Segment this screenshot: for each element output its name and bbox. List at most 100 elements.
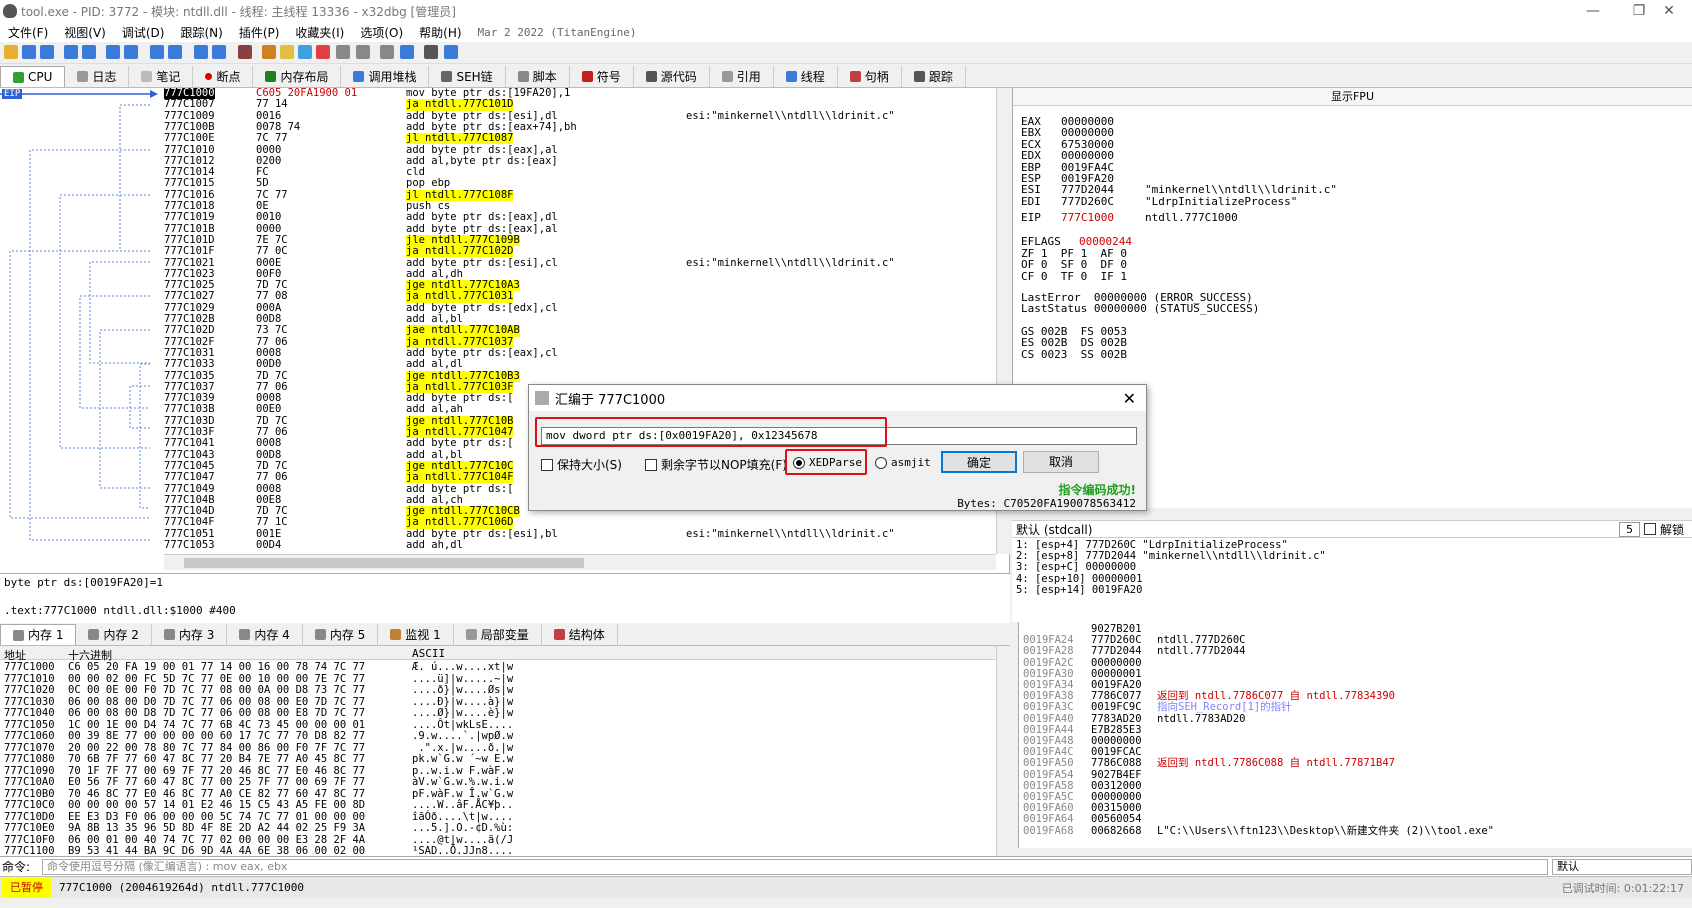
disasm-row[interactable]: 777C1053 00D4 add ah,dl	[0, 539, 996, 551]
tab-log[interactable]: 日志	[65, 66, 130, 87]
disasm-row[interactable]: 777C1033 00D0 add al,dl	[0, 358, 996, 371]
menu-file[interactable]: 文件(F)	[8, 24, 48, 41]
disasm-row[interactable]: 777C104F 77 1C ja ntdll.777C106D	[0, 517, 996, 529]
tab-notes[interactable]: 笔记	[129, 66, 194, 87]
minimize-button[interactable]: —	[1570, 0, 1616, 22]
font-icon[interactable]	[380, 45, 394, 59]
scylla-icon[interactable]	[238, 45, 252, 59]
trace-over-icon[interactable]	[168, 45, 182, 59]
bookmark-icon[interactable]	[316, 45, 330, 59]
run-to-user-code-icon[interactable]	[212, 45, 226, 59]
unlock-checkbox[interactable]	[1643, 523, 1656, 535]
restart-icon[interactable]	[22, 45, 36, 59]
help-icon[interactable]	[444, 45, 458, 59]
disasm-row[interactable]: 777C1029 000A add byte ptr ds:[edx],cl	[0, 302, 996, 314]
run-icon[interactable]	[64, 45, 78, 59]
dump-hex: 00 00 00 00 57 14 01 E2 46 15 C5 43 A5 F…	[68, 799, 366, 811]
disasm-row[interactable]: 777C1014 FC cld	[0, 166, 996, 178]
stack-comment: ntdll.7783AD20	[1157, 712, 1246, 725]
cancel-button[interactable]: 取消	[1023, 451, 1099, 473]
disasm-row[interactable]: 777C102D 73 7C jae ntdll.777C10AB	[0, 324, 996, 337]
stack-view[interactable]: 0019FA20 9027B201 0019FA24 777D260C ntdll.77…	[1018, 622, 1692, 848]
keep-size-checkbox[interactable]	[541, 458, 553, 471]
disasm-row[interactable]: 777C101F 77 0C ja ntdll.777C102D	[0, 245, 996, 258]
stop-icon[interactable]	[40, 45, 54, 59]
open-icon[interactable]	[4, 45, 18, 59]
menu-trace[interactable]: 跟踪(N)	[180, 24, 222, 41]
hash-icon[interactable]	[356, 45, 370, 59]
tab-dump-3[interactable]: 内存 3	[152, 624, 228, 645]
menu-view[interactable]: 视图(V)	[64, 24, 106, 41]
disasm-row[interactable]: 777C1021 000E add byte ptr ds:[esi],cl esi:…	[0, 257, 996, 269]
tab-dump-1[interactable]: 内存 1	[0, 624, 77, 645]
tab-script[interactable]: 脚本	[506, 66, 570, 87]
comment-icon[interactable]	[280, 45, 294, 59]
asmjit-option[interactable]: asmjit	[875, 456, 931, 469]
function-icon[interactable]	[336, 45, 350, 59]
tab-threads[interactable]: 线程	[774, 66, 838, 87]
menu-debug[interactable]: 调试(D)	[122, 24, 165, 41]
menu-favourites[interactable]: 收藏夹(I)	[295, 24, 344, 41]
pause-icon[interactable]	[82, 45, 96, 59]
call-convention-select[interactable]: 默认 (stdcall)	[1016, 521, 1092, 538]
threads-icon	[785, 71, 797, 82]
disasm-row[interactable]: 777C100E 7C 77 jl ntdll.777C1087	[0, 132, 996, 145]
tab-handles[interactable]: 句柄	[838, 66, 902, 87]
nop-fill-option[interactable]: 剩余字节以NOP填充(F)	[645, 456, 787, 473]
disasm-row[interactable]: 777C1031 0008 add byte ptr ds:[eax],cl	[0, 347, 996, 359]
tab-label: 内存布局	[280, 69, 329, 84]
dump-vscroll[interactable]	[996, 646, 1010, 864]
scroll-thumb[interactable]	[184, 558, 584, 568]
nop-fill-checkbox[interactable]	[645, 458, 657, 471]
command-input[interactable]: 命令使用逗号分隔 (像汇编语言) : mov eax, ebx	[42, 858, 1548, 875]
tab-watch-1[interactable]: 监视 1	[378, 624, 454, 645]
disasm-row[interactable]: 777C1015 5D pop ebp	[0, 178, 996, 190]
step-into-icon[interactable]	[106, 45, 120, 59]
dump-hex: 0C 00 0E 00 F0 7D 7C 77 08 00 0A 00 D8 7…	[68, 684, 366, 696]
keep-size-option[interactable]: 保持大小(S)	[541, 456, 622, 473]
close-button[interactable]: ✕	[1646, 0, 1692, 22]
execute-till-return-icon[interactable]	[194, 45, 208, 59]
memory-dump[interactable]: 地址 十六进制 ASCII 777C1000 C6 05 20 FA 19 00 …	[0, 646, 1010, 864]
menu-options[interactable]: 选项(O)	[360, 24, 403, 41]
ok-button[interactable]: 确定	[941, 451, 1017, 473]
disasm-row[interactable]: 777C1027 77 08 ja ntdll.777C1031	[0, 291, 996, 303]
tab-struct[interactable]: 结构体	[542, 624, 618, 645]
menu-help[interactable]: 帮助(H)	[419, 24, 461, 41]
disasm-row[interactable]: 777C1019 0010 add byte ptr ds:[eax],dl	[0, 211, 996, 223]
dialog-close-icon[interactable]: ✕	[1123, 389, 1136, 408]
arg-count-spinner[interactable]: 5	[1618, 521, 1640, 537]
disasm-row[interactable]: 777C1012 0200 add al,byte ptr ds:[eax]	[0, 155, 996, 167]
label-icon[interactable]	[298, 45, 312, 59]
trace-into-icon[interactable]	[150, 45, 164, 59]
show-fpu-button[interactable]: 显示FPU	[1013, 88, 1692, 106]
menu-plugins[interactable]: 插件(P)	[239, 24, 280, 41]
step-over-icon[interactable]	[124, 45, 138, 59]
tab-memory-map[interactable]: 内存布局	[253, 66, 342, 87]
success-message: 指令编码成功!	[1058, 483, 1136, 497]
tab-dump-2[interactable]: 内存 2	[76, 624, 152, 645]
tab-call-stack[interactable]: 调用堆栈	[341, 66, 430, 87]
tab-label: 符号	[596, 69, 621, 84]
tab-dump-4[interactable]: 内存 4	[227, 624, 303, 645]
tab-locals[interactable]: 局部变量	[454, 624, 542, 645]
tab-references[interactable]: 引用	[710, 66, 774, 87]
tab-source[interactable]: 源代码	[634, 66, 710, 87]
disasm-row[interactable]: 777C1016 7C 77 jl ntdll.777C108F	[0, 189, 996, 201]
tab-dump-5[interactable]: 内存 5	[303, 624, 379, 645]
tab-seh-chain[interactable]: SEH链	[429, 66, 506, 87]
calculator-icon[interactable]	[400, 45, 414, 59]
arguments-view[interactable]: 1: [esp+4] 777D260C "LdrpInitializeProce…	[1012, 538, 1692, 622]
disasm-hscroll[interactable]	[164, 554, 996, 570]
tab-cpu[interactable]: CPU	[0, 66, 66, 87]
asmjit-radio[interactable]	[875, 456, 887, 469]
disasm-row[interactable]: 777C1051 001E add byte ptr ds:[esi],bl esi:…	[0, 528, 996, 540]
tab-breakpoints[interactable]: 断点	[193, 66, 254, 87]
disasm-row[interactable]: 777C1007 77 14 ja ntdll.777C101D	[0, 98, 996, 111]
tab-symbols[interactable]: 符号	[570, 66, 634, 87]
instr-address: 777C1033	[164, 358, 215, 371]
patch-icon[interactable]	[262, 45, 276, 59]
tab-trace[interactable]: 跟踪	[902, 66, 966, 87]
command-type-select[interactable]: 默认	[1552, 858, 1692, 875]
memory-icon[interactable]	[424, 45, 438, 59]
